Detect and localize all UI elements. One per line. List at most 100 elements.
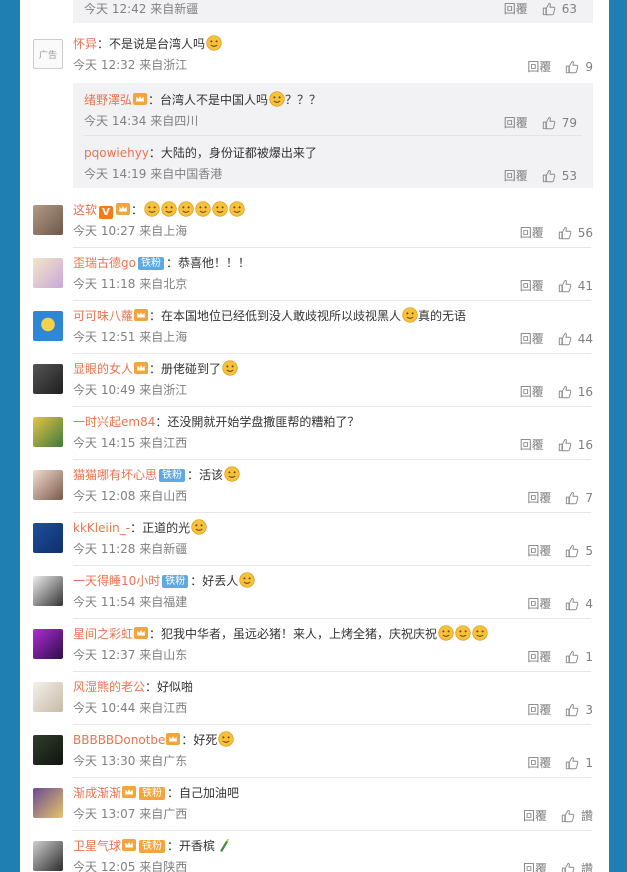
like-button[interactable]: 16 [558, 385, 593, 399]
emoji-icon [218, 731, 234, 747]
comment-item: 广告 怀异：不是说是台湾人吗 今天 12:32 来自浙江 回覆 9 绪野澤弘 ：台… [20, 35, 609, 195]
like-button[interactable]: 4 [565, 597, 593, 611]
reply-button[interactable]: 回覆 [520, 277, 544, 294]
divider [73, 724, 591, 725]
thumb-up-icon [561, 809, 575, 823]
like-button[interactable]: 16 [558, 438, 593, 452]
divider [73, 459, 591, 460]
user-name[interactable]: 猫猫哪有坏心思 [73, 468, 157, 482]
reply-button[interactable]: 回覆 [527, 648, 551, 665]
like-button[interactable]: 41 [558, 279, 593, 293]
comment-meta: 今天 12:42 来自新疆 [84, 2, 199, 16]
avatar[interactable] [33, 258, 63, 288]
user-name[interactable]: 渐成渐渐 [73, 786, 121, 800]
user-name[interactable]: 可可味八蘿 [73, 309, 133, 323]
emoji-icon [455, 625, 471, 641]
avatar[interactable] [33, 470, 63, 500]
like-count: 41 [577, 278, 593, 293]
like-button[interactable]: 56 [558, 226, 593, 240]
comment-meta: 今天 11:28 来自新疆 [73, 542, 188, 556]
like-button[interactable]: 9 [565, 60, 593, 74]
like-button[interactable]: 讚 [561, 860, 593, 872]
emoji-icon [269, 91, 285, 107]
reply-button[interactable]: 回覆 [520, 436, 544, 453]
comment-item: 风湿熊的老公：好似啪 今天 10:44 来自江西 回覆 3 [20, 678, 609, 724]
comment-text-suffix: 真的无语 [418, 309, 467, 323]
emoji-icon [472, 625, 488, 641]
avatar[interactable] [33, 311, 63, 341]
like-count: 1 [585, 649, 593, 664]
comment-text: ：正道的光 [130, 521, 191, 535]
reply-button[interactable]: 回覆 [520, 330, 544, 347]
divider [73, 512, 591, 513]
like-button[interactable]: 63 [542, 2, 577, 16]
reply-button[interactable]: 回覆 [527, 58, 551, 75]
like-button[interactable]: 7 [565, 491, 593, 505]
crown-badge-icon [166, 733, 180, 745]
like-button[interactable]: 79 [542, 116, 577, 130]
avatar[interactable] [33, 576, 63, 606]
user-name[interactable]: 绪野澤弘 [84, 93, 132, 107]
reply-button[interactable]: 回覆 [504, 167, 528, 184]
like-button[interactable]: 5 [565, 544, 593, 558]
like-count: 讚 [580, 862, 593, 872]
reply-button[interactable]: 回覆 [527, 754, 551, 771]
fan-badge: 铁粉 [162, 575, 189, 588]
avatar[interactable] [33, 788, 63, 818]
avatar[interactable] [33, 523, 63, 553]
user-name[interactable]: pqowiehyy [84, 146, 149, 160]
sub-reply-item: pqowiehyy：大陆的，身份证都被爆出来了 今天 14:19 来自中国香港 … [84, 144, 593, 186]
user-name[interactable]: 星间之彩虹 [73, 627, 133, 641]
user-name[interactable]: 一时兴起em84 [73, 415, 155, 429]
user-name[interactable]: 怀异 [73, 37, 97, 51]
like-button[interactable]: 1 [565, 756, 593, 770]
reply-button[interactable]: 回覆 [523, 807, 547, 824]
reply-button[interactable]: 回覆 [527, 701, 551, 718]
user-name[interactable]: 这软 [73, 203, 97, 217]
avatar[interactable] [33, 735, 63, 765]
like-button[interactable]: 44 [558, 332, 593, 346]
comment-item: 卫星气球 铁粉 ：开香槟 今天 12:05 来自陕西 回覆 讚 [20, 837, 609, 872]
crown-badge-icon [133, 93, 147, 105]
user-name[interactable]: 歪瑞古德go [73, 256, 136, 270]
emoji-icon [195, 201, 211, 217]
comment-meta: 今天 12:51 来自上海 [73, 330, 188, 344]
like-count: 1 [585, 755, 593, 770]
reply-button[interactable]: 回覆 [527, 542, 551, 559]
avatar[interactable] [33, 682, 63, 712]
like-button[interactable]: 1 [565, 650, 593, 664]
divider [73, 353, 591, 354]
like-button[interactable]: 3 [565, 703, 593, 717]
reply-button[interactable]: 回覆 [527, 489, 551, 506]
user-name[interactable]: 风湿熊的老公 [73, 680, 145, 694]
thumb-up-icon [565, 756, 579, 770]
comment-text-suffix: ？？？ [285, 93, 322, 107]
reply-button[interactable]: 回覆 [504, 0, 528, 17]
divider [73, 777, 591, 778]
avatar[interactable] [33, 629, 63, 659]
reply-button[interactable]: 回覆 [520, 224, 544, 241]
avatar[interactable] [33, 364, 63, 394]
user-name[interactable]: 一天得睡10小时 [73, 574, 160, 588]
avatar[interactable] [33, 841, 63, 871]
comment-item: 渐成渐渐 铁粉 ：自己加油吧 今天 13:07 来自广西 回覆 讚 [20, 784, 609, 830]
user-name[interactable]: 显眼的女人 [73, 362, 133, 376]
avatar[interactable] [33, 205, 63, 235]
divider [73, 406, 591, 407]
sub-reply-item: 绪野澤弘 ：台湾人不是中国人吗？？？ 今天 14:34 来自四川 回覆 79 [84, 91, 593, 133]
avatar[interactable] [33, 417, 63, 447]
like-button[interactable]: 讚 [561, 807, 593, 824]
like-button[interactable]: 53 [542, 169, 577, 183]
reply-button[interactable]: 回覆 [504, 114, 528, 131]
reply-button[interactable]: 回覆 [523, 860, 547, 872]
reply-button[interactable]: 回覆 [527, 595, 551, 612]
user-name[interactable]: kkKleiin_- [73, 521, 130, 535]
ad-avatar[interactable]: 广告 [33, 39, 63, 69]
comment-text: ：好死 [181, 733, 218, 747]
user-name[interactable]: 卫星气球 [73, 839, 121, 853]
emoji-icon [402, 307, 418, 323]
comment-meta: 今天 12:08 来自山西 [73, 489, 188, 503]
emoji-icon [224, 466, 240, 482]
reply-button[interactable]: 回覆 [520, 383, 544, 400]
user-name[interactable]: BBBBBDonotbe [73, 733, 165, 747]
